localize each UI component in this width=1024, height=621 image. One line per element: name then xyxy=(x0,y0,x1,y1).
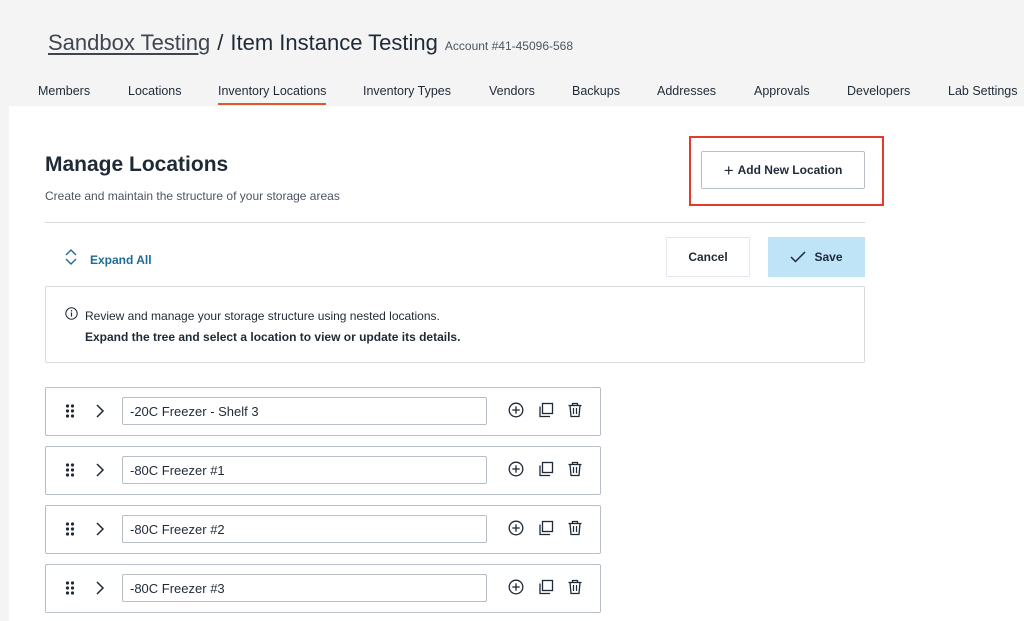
page-title: Manage Locations xyxy=(45,153,229,176)
duplicate-icon[interactable] xyxy=(538,461,554,482)
breadcrumb-parent-link[interactable]: Sandbox Testing xyxy=(48,30,210,56)
account-number: Account #41-45096-568 xyxy=(444,39,574,53)
cancel-button[interactable]: Cancel xyxy=(666,237,750,277)
tab-vendors[interactable]: Vendors xyxy=(489,84,535,106)
info-instruction: Expand the tree and select a location to… xyxy=(85,330,461,344)
trash-icon[interactable] xyxy=(567,402,583,423)
chevron-right-icon[interactable] xyxy=(95,462,105,483)
add-circle-icon[interactable] xyxy=(508,402,524,423)
add-new-location-button[interactable]: + Add New Location xyxy=(701,151,865,189)
settings-tabs: Members Locations Inventory Locations In… xyxy=(38,84,1024,106)
tab-members[interactable]: Members xyxy=(38,84,90,106)
add-new-location-label: Add New Location xyxy=(737,163,843,177)
drag-handle-icon[interactable] xyxy=(65,463,75,482)
save-button[interactable]: Save xyxy=(768,237,865,277)
duplicate-icon[interactable] xyxy=(538,579,554,600)
info-text: Review and manage your storage structure… xyxy=(85,309,440,323)
expand-all-button[interactable]: Expand All xyxy=(64,248,152,271)
location-name-input[interactable] xyxy=(122,515,487,543)
section-divider xyxy=(45,222,865,223)
tab-developers[interactable]: Developers xyxy=(847,84,910,106)
location-row xyxy=(45,387,601,436)
trash-icon[interactable] xyxy=(567,579,583,600)
expand-collapse-icon xyxy=(64,248,78,271)
breadcrumb-separator: / xyxy=(217,30,224,55)
location-row xyxy=(45,446,601,495)
top-header: Sandbox Testing / Item Instance Testing … xyxy=(0,0,1024,106)
save-label: Save xyxy=(814,250,843,264)
drag-handle-icon[interactable] xyxy=(65,581,75,600)
expand-all-label: Expand All xyxy=(90,252,152,267)
breadcrumb-current: Item Instance Testing xyxy=(230,30,438,55)
tab-locations[interactable]: Locations xyxy=(128,84,182,106)
location-name-input[interactable] xyxy=(122,574,487,602)
add-circle-icon[interactable] xyxy=(508,579,524,600)
plus-icon: + xyxy=(723,160,734,180)
location-name-input[interactable] xyxy=(122,456,487,484)
page-subtitle: Create and maintain the structure of you… xyxy=(45,189,340,203)
breadcrumb: Sandbox Testing / Item Instance Testing … xyxy=(48,30,573,56)
tab-addresses[interactable]: Addresses xyxy=(657,84,716,106)
trash-icon[interactable] xyxy=(567,461,583,482)
tab-approvals[interactable]: Approvals xyxy=(754,84,810,106)
duplicate-icon[interactable] xyxy=(538,402,554,423)
add-circle-icon[interactable] xyxy=(508,520,524,541)
tab-lab-settings[interactable]: Lab Settings xyxy=(948,84,1018,106)
trash-icon[interactable] xyxy=(567,520,583,541)
tab-inventory-locations[interactable]: Inventory Locations xyxy=(218,84,327,106)
location-name-input[interactable] xyxy=(122,397,487,425)
info-notice: Review and manage your storage structure… xyxy=(45,286,865,363)
location-row xyxy=(45,564,601,613)
drag-handle-icon[interactable] xyxy=(65,404,75,423)
tab-inventory-types[interactable]: Inventory Types xyxy=(363,84,451,106)
drag-handle-icon[interactable] xyxy=(65,522,75,541)
chevron-right-icon[interactable] xyxy=(95,403,105,424)
tab-backups[interactable]: Backups xyxy=(572,84,620,106)
chevron-right-icon[interactable] xyxy=(95,521,105,542)
add-circle-icon[interactable] xyxy=(508,461,524,482)
duplicate-icon[interactable] xyxy=(538,520,554,541)
location-row xyxy=(45,505,601,554)
chevron-right-icon[interactable] xyxy=(95,580,105,601)
check-icon xyxy=(790,251,807,263)
info-icon xyxy=(65,307,78,325)
